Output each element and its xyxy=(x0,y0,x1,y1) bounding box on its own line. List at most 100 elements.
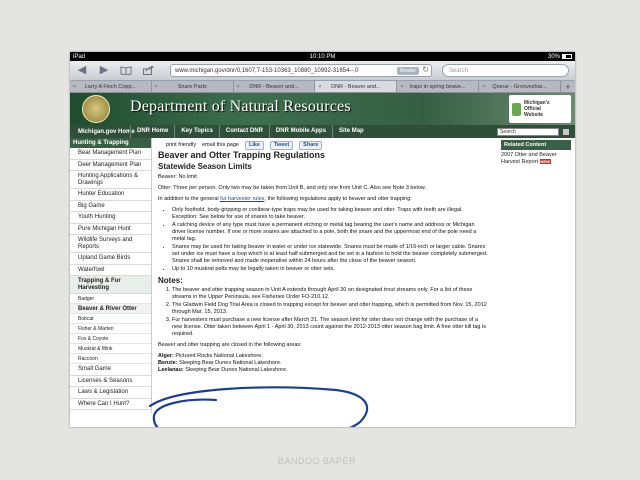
status-bar: iPad 10:10 PM 30% xyxy=(70,52,575,61)
sidebar-item[interactable]: Bear Management Plan xyxy=(70,148,151,160)
page-body: Hunting & Trapping Bear Management Plan … xyxy=(70,138,575,427)
site-title: Department of Natural Resources xyxy=(130,98,351,115)
sidebar-item[interactable]: Wildlife Surveys and Reports xyxy=(70,235,151,253)
sidebar-subitem[interactable]: Bobcat xyxy=(70,314,151,324)
browser-toolbar: ◀ ▶ www.michigan.gov/dnr/0,1607,7-153-10… xyxy=(70,61,575,81)
nav-michigan-home[interactable]: Michigan.gov Home xyxy=(70,129,135,135)
browser-tab[interactable]: × traps in spring beave... xyxy=(397,81,480,92)
sidebar-subitem[interactable]: Raccoon xyxy=(70,354,151,364)
list-item: The beaver and otter trapping season in … xyxy=(172,287,489,301)
search-go-button[interactable] xyxy=(563,128,569,135)
close-tab-icon[interactable]: × xyxy=(155,84,158,90)
list-item: The Gladwin Field Dog Trial Area is clos… xyxy=(172,302,489,316)
sidebar-item[interactable]: Hunting Applications & Drawings xyxy=(70,171,151,189)
left-sidebar: Hunting & Trapping Bear Management Plan … xyxy=(70,138,152,413)
close-tab-icon[interactable]: × xyxy=(400,84,403,90)
nav-key-topics[interactable]: Key Topics xyxy=(174,125,219,138)
michigan-gov-logo[interactable]: Michigan's Official Website xyxy=(509,95,571,123)
tweet-button[interactable]: Tweet xyxy=(269,140,294,150)
browser-tab[interactable]: × DNR - Beaver and... xyxy=(234,81,316,92)
sidebar-item[interactable]: Upland Game Birds xyxy=(70,253,151,265)
browser-tab[interactable]: × Queue - Grooveshar... xyxy=(479,81,561,92)
related-content: Related Content 2007 Otter and Beaver Ha… xyxy=(497,138,575,413)
sidebar-subitem[interactable]: Fisher & Marten xyxy=(70,324,151,334)
sidebar-item[interactable]: Waterfowl xyxy=(70,265,151,276)
close-tab-icon[interactable]: × xyxy=(318,84,321,90)
device-name: iPad xyxy=(73,53,86,60)
related-content-header: Related Content xyxy=(501,140,571,150)
battery-icon xyxy=(562,54,572,59)
main-content: print friendly email this page Like Twee… xyxy=(148,138,497,427)
sidebar-item[interactable]: Big Game xyxy=(70,201,151,212)
sidebar-subitem[interactable]: Fox & Coyote xyxy=(70,334,151,344)
share-action-icon[interactable] xyxy=(140,64,156,78)
page-title: Beaver and Otter Trapping Regulations xyxy=(158,150,326,160)
clock: 10:10 PM xyxy=(309,53,336,60)
otter-limit: Otter: Three per person. Only two may be… xyxy=(158,185,426,191)
list-item: Only foothold, body-gripping or conibear… xyxy=(172,207,489,221)
closed-area: Leelanau: Sleeping Bear Dunes National L… xyxy=(158,367,288,373)
sidebar-item[interactable]: Where Can I Hunt? xyxy=(70,399,151,410)
notes-list: The beaver and otter trapping season in … xyxy=(172,287,489,338)
nav-contact-dnr[interactable]: Contact DNR xyxy=(218,125,269,138)
browser-tab[interactable]: × Snare Parts xyxy=(152,81,234,92)
michigan-mitten-icon xyxy=(512,102,521,116)
regulations-list: Only foothold, body-gripping or conibear… xyxy=(172,207,489,273)
print-friendly-link[interactable]: print friendly xyxy=(166,142,196,149)
list-item: Up to 10 muskrat pelts may be legally ta… xyxy=(172,266,489,273)
ipad-screen: iPad 10:10 PM 30% ◀ ▶ www.michigan.gov/d… xyxy=(70,52,575,427)
sidebar-item-trapping[interactable]: Trapping & Fur Harvesting xyxy=(70,276,151,294)
nav-site-map[interactable]: Site Map xyxy=(332,125,370,138)
sidebar-item[interactable]: Licenses & Seasons xyxy=(70,376,151,387)
site-search-input[interactable]: Search xyxy=(497,127,559,136)
dnr-seal-logo[interactable] xyxy=(82,95,110,123)
tab-bar: × Larry A Finch Copp... × Snare Parts × DNR… xyxy=(70,81,575,93)
related-link[interactable]: 2007 Otter and Beaver Harvest Report NEW xyxy=(501,152,571,165)
nav-dnr-home[interactable]: DNR Home xyxy=(130,125,174,138)
beaver-limit: Beaver: No limit xyxy=(158,174,197,180)
closed-area: Alger: Pictured Rocks National Lakeshore… xyxy=(158,353,263,359)
sidebar-subitem-current[interactable]: Beaver & River Otter xyxy=(70,304,151,314)
reader-button[interactable]: Reader xyxy=(396,67,419,75)
sidebar-subitem[interactable]: Badger xyxy=(70,294,151,304)
notes-heading: Notes: xyxy=(158,276,183,285)
browser-tab-active[interactable]: × DNR - Beaver and... xyxy=(315,81,398,92)
sidebar-item[interactable]: Pure Michigan Hunt xyxy=(70,224,151,235)
new-badge: NEW xyxy=(539,158,551,164)
sidebar-item[interactable]: Deer Management Plan xyxy=(70,160,151,171)
hand-drawn-circle-annotation xyxy=(148,386,369,427)
reload-icon[interactable]: ↻ xyxy=(422,65,429,74)
share-row: print friendly email this page Like Twee… xyxy=(158,140,489,150)
battery-indicator: 30% xyxy=(548,54,572,60)
sidebar-item[interactable]: Small Game xyxy=(70,364,151,376)
browser-tab[interactable]: × Larry A Finch Copp... xyxy=(70,81,152,92)
email-page-link[interactable]: email this page xyxy=(202,142,239,149)
linkedin-share-button[interactable]: Share xyxy=(299,140,323,150)
nav-mobile-apps[interactable]: DNR Mobile Apps xyxy=(268,125,332,138)
sidebar-subitem[interactable]: Muskrat & Mink xyxy=(70,344,151,354)
list-item: Snares may be used for taking beaver in … xyxy=(172,244,489,265)
closed-area: Benzie: Sleeping Bear Dunes National Lak… xyxy=(158,360,282,366)
url-text: www.michigan.gov/dnr/0,1607,7-153-10363_… xyxy=(175,67,359,74)
sidebar-header[interactable]: Hunting & Trapping xyxy=(70,138,151,148)
list-item: A catching device of any type must have … xyxy=(172,222,489,243)
browser-search-input[interactable]: Search xyxy=(442,64,569,77)
sidebar-item[interactable]: Hunter Education xyxy=(70,189,151,201)
new-tab-button[interactable]: + xyxy=(561,81,575,92)
close-tab-icon[interactable]: × xyxy=(237,84,240,90)
sidebar-item[interactable]: Youth Hunting xyxy=(70,212,151,224)
battery-percent: 30% xyxy=(547,53,560,60)
closed-areas-intro: Beaver and otter trapping are closed in … xyxy=(158,342,302,348)
address-bar[interactable]: www.michigan.gov/dnr/0,1607,7-153-10363_… xyxy=(170,64,432,77)
close-tab-icon[interactable]: × xyxy=(73,84,76,90)
back-arrow-icon[interactable]: ◀ xyxy=(74,64,90,78)
forward-arrow-icon[interactable]: ▶ xyxy=(96,64,112,78)
site-nav: Michigan.gov Home DNR Home Key Topics Co… xyxy=(70,125,575,138)
list-item: Fur harvesters must purchase a new licen… xyxy=(172,317,489,338)
bookmarks-book-icon[interactable] xyxy=(118,64,134,78)
close-tab-icon[interactable]: × xyxy=(482,84,485,90)
sidebar-item[interactable]: Laws & Legislation xyxy=(70,387,151,399)
site-banner: Department of Natural Resources Michigan… xyxy=(70,93,575,125)
facebook-like-button[interactable]: Like xyxy=(244,140,264,150)
fur-harvester-rules-link[interactable]: fur harvester rules xyxy=(220,196,264,202)
